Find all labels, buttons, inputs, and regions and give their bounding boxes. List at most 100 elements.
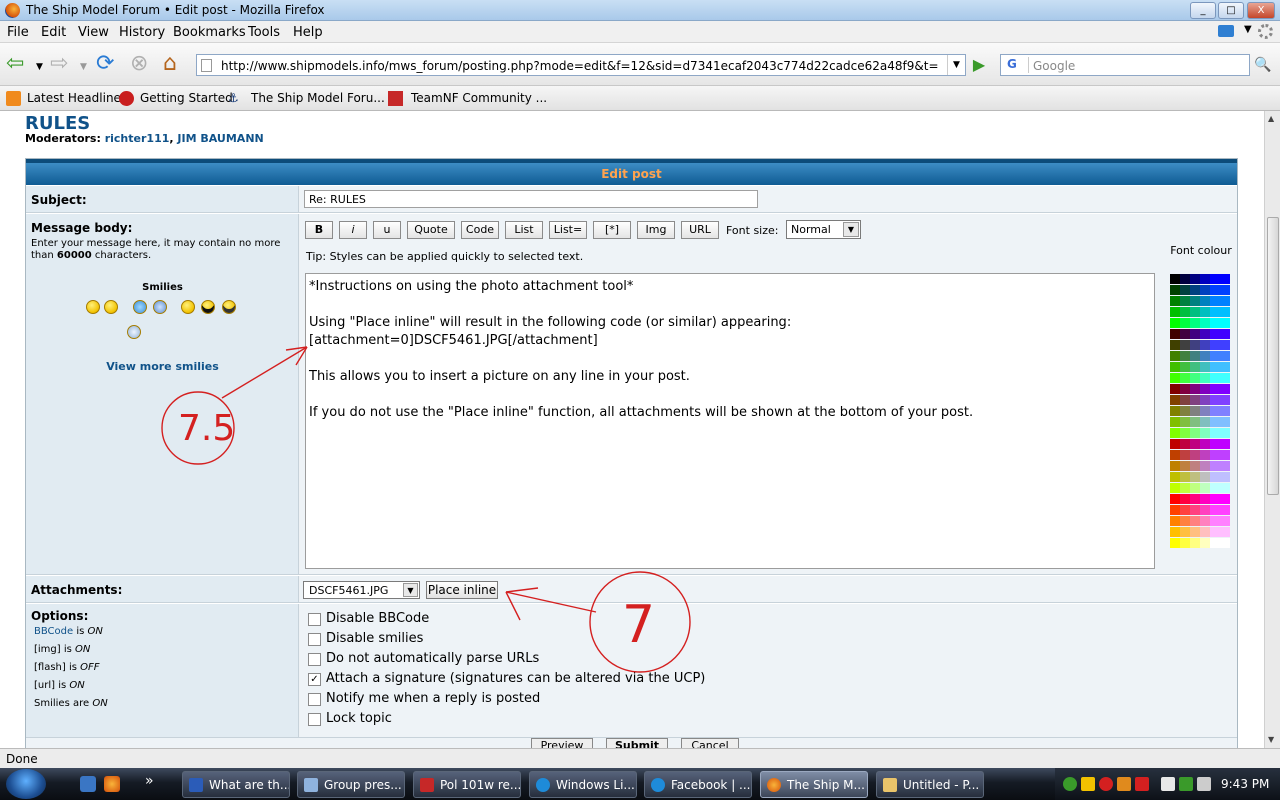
attachment-select[interactable]: DSCF5461.JPG ▼: [303, 581, 420, 599]
message-textarea[interactable]: *Instructions on using the photo attachm…: [305, 273, 1155, 569]
colour-swatch[interactable]: [1220, 494, 1230, 504]
colour-swatch[interactable]: [1210, 461, 1220, 471]
search-icon[interactable]: 🔍: [1252, 54, 1274, 76]
checkbox-label[interactable]: Attach a signature (signatures can be al…: [326, 671, 705, 686]
colour-swatch[interactable]: [1170, 538, 1180, 548]
colour-swatch[interactable]: [1210, 296, 1220, 306]
colour-swatch[interactable]: [1170, 285, 1180, 295]
colour-swatch[interactable]: [1190, 461, 1200, 471]
colour-swatch[interactable]: [1210, 307, 1220, 317]
colour-swatch[interactable]: [1180, 384, 1190, 394]
colour-swatch[interactable]: [1200, 516, 1210, 526]
colour-swatch[interactable]: [1210, 329, 1220, 339]
network-icon[interactable]: [1161, 777, 1175, 791]
colour-swatch[interactable]: [1220, 395, 1230, 405]
colour-swatch[interactable]: [1210, 351, 1220, 361]
bookmark-teamnf[interactable]: TeamNF Community ...: [411, 91, 547, 105]
colour-swatch[interactable]: [1200, 340, 1210, 350]
colour-swatch[interactable]: [1200, 362, 1210, 372]
chevron-down-icon[interactable]: ▼: [1244, 24, 1252, 35]
cool-icon[interactable]: [201, 300, 215, 314]
menu-view[interactable]: View: [78, 25, 109, 40]
colour-swatch[interactable]: [1220, 483, 1230, 493]
checkbox-label[interactable]: Disable smilies: [326, 631, 423, 646]
colour-palette[interactable]: [1170, 274, 1230, 550]
img-button[interactable]: Img: [637, 221, 675, 239]
colour-swatch[interactable]: [1200, 450, 1210, 460]
tray-icon[interactable]: [1081, 777, 1095, 791]
start-button[interactable]: [6, 769, 46, 799]
url-dropdown-icon[interactable]: ▼: [947, 55, 965, 75]
colour-swatch[interactable]: [1170, 516, 1180, 526]
taskbar-item[interactable]: Facebook | ...: [644, 771, 752, 798]
colour-swatch[interactable]: [1190, 417, 1200, 427]
colour-swatch[interactable]: [1170, 428, 1180, 438]
colour-swatch[interactable]: [1220, 318, 1230, 328]
safely-remove-icon[interactable]: [1179, 777, 1193, 791]
messenger-icon[interactable]: [1063, 777, 1077, 791]
colour-swatch[interactable]: [1180, 307, 1190, 317]
colour-swatch[interactable]: [1220, 527, 1230, 537]
colour-swatch[interactable]: [1190, 516, 1200, 526]
ordered-list-button[interactable]: List=: [549, 221, 587, 239]
colour-swatch[interactable]: [1210, 450, 1220, 460]
forum-title[interactable]: RULES: [25, 113, 90, 134]
colour-swatch[interactable]: [1210, 406, 1220, 416]
colour-swatch[interactable]: [1220, 417, 1230, 427]
colour-swatch[interactable]: [1200, 505, 1210, 515]
bookmark-latest-headlines[interactable]: Latest Headlines: [27, 91, 127, 105]
menu-history[interactable]: History: [119, 25, 165, 40]
reload-button[interactable]: ⟳: [96, 52, 114, 76]
colour-swatch[interactable]: [1190, 340, 1200, 350]
scroll-down-icon[interactable]: ▼: [1268, 735, 1274, 744]
back-button[interactable]: ⇦: [6, 52, 24, 76]
colour-swatch[interactable]: [1200, 527, 1210, 537]
place-inline-button[interactable]: Place inline: [426, 581, 498, 599]
taskbar-item[interactable]: Untitled - P...: [876, 771, 984, 798]
colour-swatch[interactable]: [1210, 527, 1220, 537]
colour-swatch[interactable]: [1210, 362, 1220, 372]
colour-swatch[interactable]: [1180, 329, 1190, 339]
colour-swatch[interactable]: [1170, 417, 1180, 427]
colour-swatch[interactable]: [1170, 483, 1180, 493]
colour-swatch[interactable]: [1190, 384, 1200, 394]
colour-swatch[interactable]: [1200, 417, 1210, 427]
italic-button[interactable]: i: [339, 221, 367, 239]
url-button[interactable]: URL: [681, 221, 719, 239]
colour-swatch[interactable]: [1200, 472, 1210, 482]
colour-swatch[interactable]: [1210, 472, 1220, 482]
colour-swatch[interactable]: [1180, 472, 1190, 482]
preview-button[interactable]: Preview: [531, 738, 593, 748]
colour-swatch[interactable]: [1180, 538, 1190, 548]
url-text[interactable]: http://www.shipmodels.info/mws_forum/pos…: [221, 59, 939, 73]
list-item-button[interactable]: [*]: [593, 221, 631, 239]
forward-button[interactable]: ⇨: [50, 52, 68, 76]
bookmark-getting-started[interactable]: Getting Started: [140, 91, 233, 105]
vertical-scrollbar[interactable]: ▲ ▼: [1264, 111, 1280, 748]
checkbox-label[interactable]: Lock topic: [326, 711, 392, 726]
volume-icon[interactable]: [1197, 777, 1211, 791]
colour-swatch[interactable]: [1190, 527, 1200, 537]
colour-swatch[interactable]: [1200, 318, 1210, 328]
stop-button[interactable]: ⊗: [130, 52, 148, 76]
wink-icon[interactable]: [104, 300, 118, 314]
minimize-button[interactable]: _: [1190, 2, 1216, 19]
colour-swatch[interactable]: [1200, 395, 1210, 405]
cancel-button[interactable]: Cancel: [681, 738, 739, 748]
home-button[interactable]: ⌂: [163, 52, 177, 76]
colour-swatch[interactable]: [1180, 395, 1190, 405]
colour-swatch[interactable]: [1210, 538, 1220, 548]
font-size-select[interactable]: Normal ▼: [786, 220, 861, 239]
colour-swatch[interactable]: [1170, 472, 1180, 482]
quote-button[interactable]: Quote: [407, 221, 455, 239]
colour-swatch[interactable]: [1200, 406, 1210, 416]
colour-swatch[interactable]: [1170, 384, 1180, 394]
colour-swatch[interactable]: [1190, 483, 1200, 493]
firefox-quicklaunch-icon[interactable]: [104, 776, 120, 792]
colour-swatch[interactable]: [1210, 505, 1220, 515]
colour-swatch[interactable]: [1190, 318, 1200, 328]
colour-swatch[interactable]: [1180, 516, 1190, 526]
address-bar[interactable]: http://www.shipmodels.info/mws_forum/pos…: [196, 54, 966, 76]
colour-swatch[interactable]: [1210, 516, 1220, 526]
colour-swatch[interactable]: [1210, 318, 1220, 328]
